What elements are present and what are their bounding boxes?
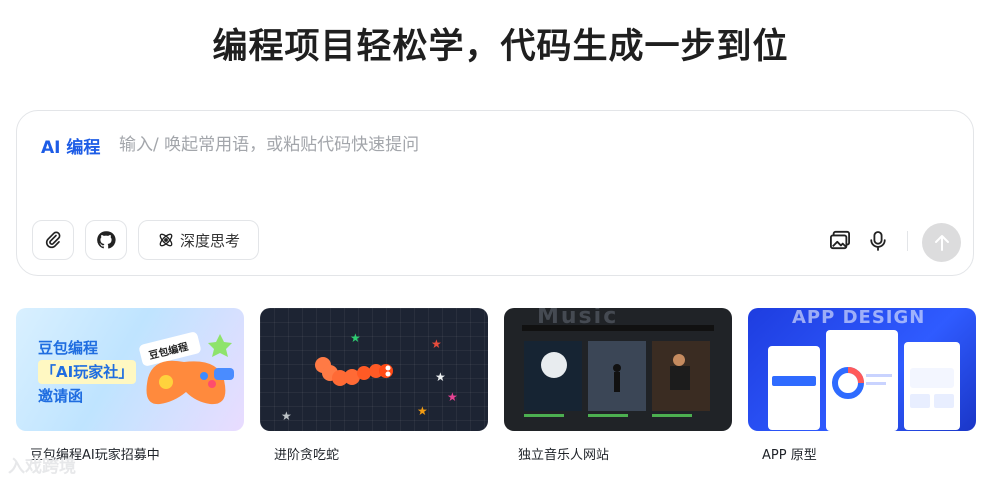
deep-thinking-button[interactable]: 深度思考 <box>138 220 259 260</box>
attach-button[interactable] <box>32 220 74 260</box>
template-card-snake-game[interactable]: ★ ★ ★ ★ ★ ★ 进阶贪吃蛇 <box>260 308 488 463</box>
music-site-illustration <box>522 325 714 417</box>
card-thumbnail: APP DESIGN <box>748 308 976 431</box>
svg-text:★: ★ <box>417 404 428 418</box>
svg-text:★: ★ <box>281 409 292 423</box>
image-upload-button[interactable] <box>829 230 851 250</box>
github-icon <box>97 231 116 249</box>
svg-text:★: ★ <box>435 370 446 384</box>
template-card-ai-players[interactable]: 豆包编程 「AI玩家社」 邀请函 豆包编程 豆包编程AI玩家招募中 <box>16 308 244 463</box>
template-card-music-site[interactable]: Music 独立音乐人网站 <box>504 308 732 463</box>
card-title: 进阶贪吃蛇 <box>274 448 340 463</box>
snake-game-illustration: ★ ★ ★ ★ ★ ★ <box>281 331 458 423</box>
page-headline: 编程项目轻松学，代码生成一步到位 <box>212 27 789 67</box>
template-card-app-prototype[interactable]: APP DESIGN APP 原型 <box>748 308 976 463</box>
paperclip-icon <box>45 231 61 249</box>
app-prototype-illustration <box>768 330 960 431</box>
toolbar-divider <box>907 231 908 251</box>
card-title: APP 原型 <box>762 448 817 463</box>
microphone-icon <box>870 231 886 251</box>
svg-text:★: ★ <box>447 390 458 404</box>
mode-label[interactable]: AI 编程 <box>41 133 100 158</box>
watermark: 入戏跨境 <box>8 457 76 477</box>
card-title: 独立音乐人网站 <box>518 448 610 463</box>
svg-text:★: ★ <box>350 331 361 345</box>
image-icon <box>830 230 850 250</box>
card-thumbnail: Music <box>504 308 732 431</box>
card-thumbnail: 豆包编程 「AI玩家社」 邀请函 豆包编程 <box>16 308 244 431</box>
github-button[interactable] <box>85 220 127 260</box>
svg-text:★: ★ <box>431 337 442 351</box>
prompt-input[interactable] <box>117 129 901 161</box>
prompt-composer: AI 编程 深度思考 <box>16 110 974 276</box>
deep-thinking-label: 深度思考 <box>179 231 240 250</box>
arrow-up-icon <box>934 234 949 251</box>
voice-input-button[interactable] <box>869 230 887 252</box>
card-thumbnail: ★ ★ ★ ★ ★ ★ <box>260 308 488 431</box>
atom-icon <box>159 233 173 247</box>
send-button[interactable] <box>922 223 961 262</box>
gamepad-illustration: 豆包编程 <box>139 332 234 405</box>
promo-text: 豆包编程 「AI玩家社」 邀请函 <box>38 336 137 408</box>
